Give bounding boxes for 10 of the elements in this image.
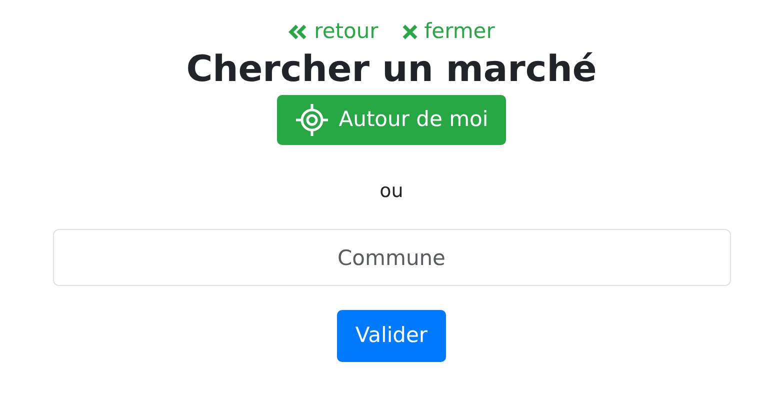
close-link[interactable]: fermer (402, 16, 495, 48)
locate-button[interactable]: Autour de moi (276, 94, 506, 145)
close-icon (402, 24, 418, 40)
crosshair-icon (294, 102, 329, 137)
back-link[interactable]: retour (288, 16, 378, 48)
submit-button[interactable]: Valider (337, 310, 446, 362)
page-title: Chercher un marché (186, 48, 597, 91)
commune-field[interactable]: Commune (52, 229, 730, 286)
double-chevron-left-icon (288, 24, 308, 40)
separator-text: ou (380, 178, 404, 204)
